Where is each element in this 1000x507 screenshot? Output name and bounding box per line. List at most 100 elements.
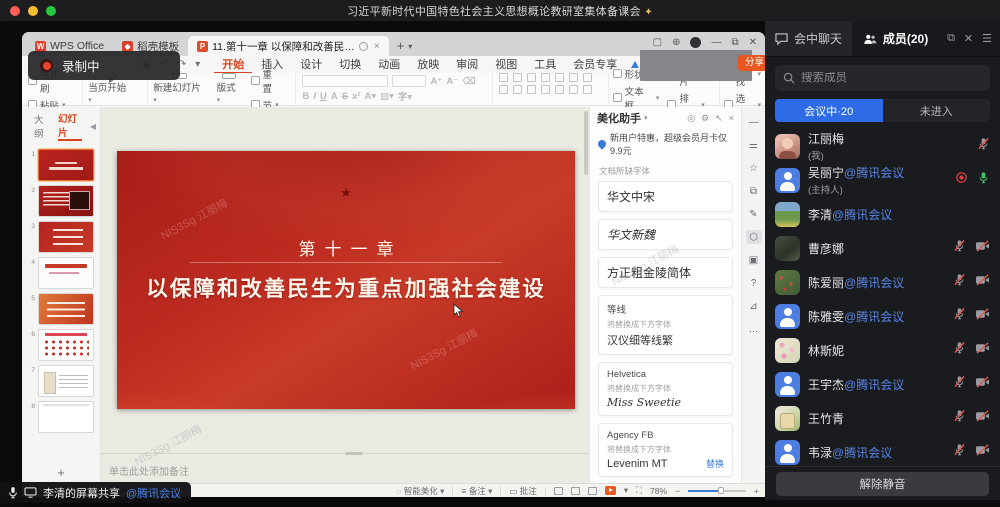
mic-muted-icon[interactable] <box>953 443 966 461</box>
font-card-5[interactable]: Helvetica 将替换成下方字体 Miss Sweetie <box>598 362 733 416</box>
slide-thumbnail-6[interactable]: 6 <box>28 329 100 361</box>
indent-icon[interactable] <box>540 73 550 82</box>
tab-list-caret-icon[interactable]: ▾ <box>408 42 412 51</box>
slideshow-button[interactable] <box>604 486 616 495</box>
tab-slides[interactable]: 幻灯片 <box>57 111 82 141</box>
slide-thumbnail-8[interactable]: 8 <box>28 401 100 433</box>
font-color-icon[interactable]: A▾ <box>365 91 377 102</box>
layout-switch-icon[interactable]: ▢ <box>653 37 662 48</box>
share-button[interactable]: 分享 <box>737 55 765 71</box>
member-row[interactable]: 李清@腾讯会议 <box>775 197 990 231</box>
unmute-button[interactable]: 解除静音 <box>776 471 989 496</box>
columns-icon[interactable] <box>582 73 592 82</box>
line-spacing-icon[interactable] <box>568 73 578 82</box>
favorites-icon[interactable]: ☆ <box>746 161 762 175</box>
highlight-icon[interactable]: ▨▾ <box>380 91 394 102</box>
segment-not-joined[interactable]: 未进入 <box>882 99 990 122</box>
mic-muted-icon[interactable] <box>953 375 966 393</box>
assistant-caret-icon[interactable]: ▾ <box>644 114 648 122</box>
font-card-6[interactable]: Agency FB 将替换成下方字体 Levenim MT 替换 <box>598 423 733 477</box>
align-center-icon[interactable] <box>512 85 522 94</box>
normal-view-icon[interactable] <box>553 486 563 495</box>
bullets-icon[interactable] <box>498 73 508 82</box>
menu-审阅[interactable]: 审阅 <box>448 56 486 74</box>
font-size-select[interactable] <box>392 75 427 87</box>
notes-toggle-button[interactable]: ≡ 备注 ▾ <box>461 485 492 497</box>
member-row[interactable]: 曹彦娜 <box>775 231 990 265</box>
justify-icon[interactable] <box>540 85 550 94</box>
member-row[interactable]: 吴丽宁@腾讯会议 (主持人) <box>775 163 990 197</box>
member-row[interactable]: 王宇杰@腾讯会议 <box>775 367 990 401</box>
camera-muted-icon[interactable] <box>975 273 990 291</box>
gear-icon[interactable]: ⚙ <box>701 113 709 124</box>
member-promo[interactable]: 新用户特惠，超级会员月卡仅9.9元 <box>590 129 741 163</box>
notes-resize-handle[interactable] <box>345 452 363 455</box>
menu-视图[interactable]: 视图 <box>487 56 525 74</box>
align-right-icon[interactable] <box>526 85 536 94</box>
mic-muted-icon[interactable] <box>953 307 966 325</box>
new-tab-button[interactable]: + <box>397 38 405 53</box>
globe-icon[interactable]: ⊕ <box>672 37 680 48</box>
member-row[interactable]: 陈雅雯@腾讯会议 <box>775 299 990 333</box>
member-search[interactable] <box>775 65 990 91</box>
italic-icon[interactable]: I <box>313 91 316 102</box>
underline-icon[interactable]: U <box>320 91 327 102</box>
font-card-4[interactable]: 等线 将替换成下方字体 汉仪细等线繁 <box>598 295 733 355</box>
menu-切换[interactable]: 切换 <box>331 56 369 74</box>
close-panel-icon[interactable]: ✕ <box>964 32 973 45</box>
increase-font-icon[interactable]: A⁺ <box>430 76 442 87</box>
font-card-3[interactable]: 方正粗金陵简体 <box>598 257 733 288</box>
outdent-icon[interactable] <box>526 73 536 82</box>
numbering-icon[interactable] <box>512 73 522 82</box>
clear-format-icon[interactable]: ⌫ <box>462 76 475 87</box>
mic-on-icon[interactable] <box>977 171 990 189</box>
slide-thumbnail-5[interactable]: 5 <box>28 293 100 325</box>
member-row[interactable]: 陈爱丽@腾讯会议 <box>775 265 990 299</box>
reset-button[interactable]: 重置 <box>250 67 282 95</box>
camera-muted-icon[interactable] <box>975 375 990 393</box>
tab-document[interactable]: P 11.第十一章 以保障和改善民… × <box>188 36 389 56</box>
segment-in-meeting[interactable]: 会议中·20 <box>775 99 883 122</box>
tab-chat[interactable]: 会中聊天 <box>765 21 852 56</box>
font-name-select[interactable] <box>302 75 389 87</box>
zoom-out-icon[interactable]: − <box>675 486 680 496</box>
service-icon[interactable]: ◎ <box>687 113 695 124</box>
replace-link[interactable]: 替换 <box>706 457 724 470</box>
close-panel-icon[interactable]: × <box>729 113 734 124</box>
restore-icon[interactable]: ⧉ <box>731 37 738 48</box>
smart-beautify-button[interactable]: ◌ 智能美化 ▾ <box>396 485 444 497</box>
layout-icon[interactable]: ▣ <box>746 253 762 267</box>
camera-muted-icon[interactable] <box>975 239 990 257</box>
distribute-icon[interactable] <box>554 85 564 94</box>
collapse-panel-icon[interactable]: ◀ <box>90 122 96 131</box>
close-icon[interactable]: ✕ <box>749 37 757 48</box>
tab-members[interactable]: 成员(20) <box>852 21 940 56</box>
beautify-icon[interactable]: ⬡ <box>745 230 762 244</box>
char-spacing-icon[interactable]: 字▾ <box>398 89 412 103</box>
current-slide[interactable]: ★ 第十一章 以保障和改善民生为重点加强社会建设 NIS3Sg 江丽梅 NIS3… <box>117 151 575 409</box>
slide-thumbnail-4[interactable]: 4 <box>28 257 100 289</box>
zoom-level[interactable]: 78% <box>650 486 667 496</box>
screen-share-badge[interactable]: 李清的屏幕共享 @腾讯会议 <box>0 482 192 503</box>
zoom-in-icon[interactable]: + <box>754 486 759 496</box>
member-row[interactable]: 王竹青 <box>775 401 990 435</box>
slide-thumbnail-1[interactable]: 1 <box>28 149 100 181</box>
slide-thumbnail-7[interactable]: 7 <box>28 365 100 397</box>
tab-outline[interactable]: 大纲 <box>34 112 50 140</box>
slide-thumbnail-2[interactable]: 2 <box>28 185 100 217</box>
add-slide-button[interactable]: + <box>22 462 100 483</box>
search-members-input[interactable] <box>801 72 951 84</box>
menu-放映[interactable]: 放映 <box>409 56 447 74</box>
notes-area[interactable]: 单击此处添加备注 <box>101 452 589 483</box>
font-card-2[interactable]: 华文新魏 <box>598 219 733 250</box>
panel-menu-icon[interactable]: ☰ <box>982 32 992 45</box>
minimize-icon[interactable]: — <box>711 37 721 48</box>
mic-muted-icon[interactable] <box>953 273 966 291</box>
member-row[interactable]: 林斯妮 <box>775 333 990 367</box>
decrease-font-icon[interactable]: A⁻ <box>446 76 458 87</box>
quick-access-caret-icon[interactable]: ▾ <box>195 59 200 70</box>
account-avatar[interactable] <box>690 37 702 48</box>
zoom-slider[interactable] <box>688 487 747 494</box>
mic-muted-icon[interactable] <box>977 137 990 155</box>
mic-muted-icon[interactable] <box>953 341 966 359</box>
